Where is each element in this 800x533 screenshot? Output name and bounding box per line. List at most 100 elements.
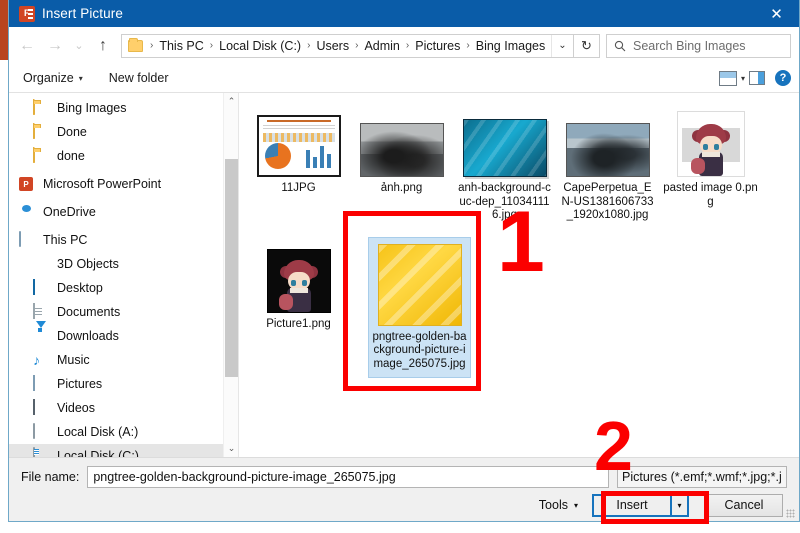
help-glyph: ? <box>780 72 787 84</box>
sidebar-item-label: Videos <box>57 401 95 415</box>
thumbnail <box>457 105 553 177</box>
sidebar-item-label: Desktop <box>57 281 103 295</box>
file-item[interactable]: Picture1.png <box>247 237 350 379</box>
sidebar-item-label: Local Disk (C:) <box>57 449 139 457</box>
file-item[interactable]: ảnh.png <box>350 101 453 229</box>
powerpoint-icon: P <box>19 6 35 22</box>
sidebar-item-downloads[interactable]: Downloads <box>9 324 238 348</box>
sidebar-item-onedrive[interactable]: OneDrive <box>9 200 238 224</box>
dialog-body: Bing Images Done done P Microsoft PowerP… <box>9 93 799 457</box>
tools-button[interactable]: Tools ▾ <box>539 498 578 512</box>
insert-split-button: Insert ▾ <box>592 494 689 517</box>
breadcrumb-item-local-disk-c[interactable]: Local Disk (C:) <box>216 39 304 53</box>
chevron-down-icon: ⌄ <box>74 39 83 52</box>
file-name-row: File name: pngtree-golden-background-pic… <box>21 464 787 490</box>
chevron-down-icon[interactable]: ▾ <box>741 74 745 83</box>
insert-button[interactable]: Insert <box>592 494 672 517</box>
back-button[interactable]: ← <box>13 32 41 60</box>
file-item[interactable]: pasted image 0.png <box>659 101 762 229</box>
organize-button[interactable]: Organize ▾ <box>23 71 83 85</box>
refresh-icon: ↻ <box>581 38 592 54</box>
address-dropdown-button[interactable]: ⌄ <box>551 35 573 57</box>
coast-photo-thumbnail <box>566 123 650 177</box>
file-item[interactable]: 11JPG <box>247 101 350 229</box>
sidebar-scrollbar[interactable]: ⌃ ⌄ <box>223 93 238 457</box>
navigation-bar: ← → ⌄ ↑ › This PC › Local Disk (C:) › Us… <box>9 27 799 64</box>
cancel-button[interactable]: Cancel <box>705 494 783 517</box>
address-bar[interactable]: › This PC › Local Disk (C:) › Users › Ad… <box>121 34 574 58</box>
chevron-down-icon: ⌄ <box>558 40 566 51</box>
golden-gradient-thumbnail <box>378 244 462 326</box>
arrow-up-icon: ↑ <box>99 37 107 55</box>
preview-pane-icon[interactable] <box>749 71 765 85</box>
sidebar-item-local-disk-c[interactable]: Local Disk (C:) <box>9 444 238 457</box>
organize-label: Organize <box>23 71 74 85</box>
chevron-down-icon: ⌄ <box>782 472 787 483</box>
breadcrumb-item-this-pc[interactable]: This PC <box>156 39 206 53</box>
insert-dropdown-button[interactable]: ▾ <box>672 494 689 517</box>
breadcrumb-item-bing-images[interactable]: Bing Images <box>473 39 548 53</box>
recent-locations-button[interactable]: ⌄ <box>69 32 89 60</box>
file-type-value: Pictures (*.emf;*.wmf;*.jpg;*.j <box>622 470 782 484</box>
file-name-label: ảnh.png <box>381 182 423 196</box>
breadcrumb-item-admin[interactable]: Admin <box>361 39 402 53</box>
breadcrumb-item-pictures[interactable]: Pictures <box>412 39 463 53</box>
sidebar-item-music[interactable]: ♪ Music <box>9 348 238 372</box>
sidebar-item-pictures[interactable]: Pictures <box>9 372 238 396</box>
toolbar-right-group: ▾ ? <box>719 70 791 86</box>
sidebar-item-desktop[interactable]: Desktop <box>9 276 238 300</box>
breadcrumb-separator: › <box>207 40 216 51</box>
sidebar-item-this-pc[interactable]: This PC <box>9 228 238 252</box>
scroll-down-icon[interactable]: ⌄ <box>224 440 239 457</box>
sidebar-item-done-lower[interactable]: done <box>9 144 238 168</box>
title-bar: P Insert Picture ✕ <box>9 0 799 27</box>
chevron-down-icon: ▾ <box>79 74 83 83</box>
downloads-icon <box>33 328 51 344</box>
file-item[interactable]: anh-background-cuc-dep_110341116.jpg <box>453 101 556 229</box>
thumbnail <box>663 105 759 177</box>
up-button[interactable]: ↑ <box>89 32 117 60</box>
breadcrumb-separator: › <box>403 40 412 51</box>
search-placeholder: Search Bing Images <box>633 39 746 53</box>
sidebar-item-label: done <box>57 149 85 163</box>
file-name-label: 11JPG <box>281 182 315 196</box>
sidebar-item-label: Downloads <box>57 329 119 343</box>
resize-grip[interactable] <box>786 509 795 518</box>
scroll-up-icon[interactable]: ⌃ <box>224 93 239 110</box>
close-icon: ✕ <box>770 5 783 23</box>
sidebar-item-videos[interactable]: Videos <box>9 396 238 420</box>
file-type-dropdown[interactable]: Pictures (*.emf;*.wmf;*.jpg;*.j ⌄ <box>617 466 787 488</box>
file-list-pane[interactable]: 11JPG ảnh.png anh-background-cuc-dep_110… <box>239 93 799 457</box>
window-title: Insert Picture <box>42 6 123 21</box>
search-icon <box>607 40 633 52</box>
sidebar-item-microsoft-powerpoint[interactable]: P Microsoft PowerPoint <box>9 172 238 196</box>
file-item-selected[interactable]: pngtree-golden-background-picture-image_… <box>368 237 471 379</box>
sidebar-item-label: Microsoft PowerPoint <box>43 177 161 191</box>
breadcrumb-item-users[interactable]: Users <box>313 39 352 53</box>
sidebar-item-3d-objects[interactable]: 3D Objects <box>9 252 238 276</box>
dialog-footer: File name: pngtree-golden-background-pic… <box>9 457 799 521</box>
desktop-icon <box>33 280 51 296</box>
file-name-input-value: pngtree-golden-background-picture-image_… <box>93 470 395 484</box>
forward-button[interactable]: → <box>41 32 69 60</box>
new-folder-button[interactable]: New folder <box>109 71 169 85</box>
sidebar-item-label: Bing Images <box>57 101 126 115</box>
sidebar-item-bing-images[interactable]: Bing Images <box>9 96 238 120</box>
drive-icon <box>33 424 51 440</box>
system-drive-icon <box>33 448 51 457</box>
help-icon[interactable]: ? <box>775 70 791 86</box>
refresh-button[interactable]: ↻ <box>574 34 600 58</box>
search-input[interactable]: Search Bing Images <box>606 34 791 58</box>
sidebar-item-done-upper[interactable]: Done <box>9 120 238 144</box>
close-button[interactable]: ✕ <box>754 0 799 27</box>
view-layout-icon[interactable] <box>719 71 737 86</box>
scrollbar-thumb[interactable] <box>225 159 238 377</box>
sidebar-item-local-disk-a[interactable]: Local Disk (A:) <box>9 420 238 444</box>
sidebar-item-label: 3D Objects <box>57 257 119 271</box>
file-name-label: CapePerpetua_EN-US1381606733_1920x1080.j… <box>560 182 656 223</box>
arrow-right-icon: → <box>47 37 63 55</box>
file-item[interactable]: CapePerpetua_EN-US1381606733_1920x1080.j… <box>556 101 659 229</box>
thumbnail <box>372 242 468 326</box>
file-name-input[interactable]: pngtree-golden-background-picture-image_… <box>87 466 609 488</box>
anime-chibi-black-thumbnail <box>267 249 331 313</box>
